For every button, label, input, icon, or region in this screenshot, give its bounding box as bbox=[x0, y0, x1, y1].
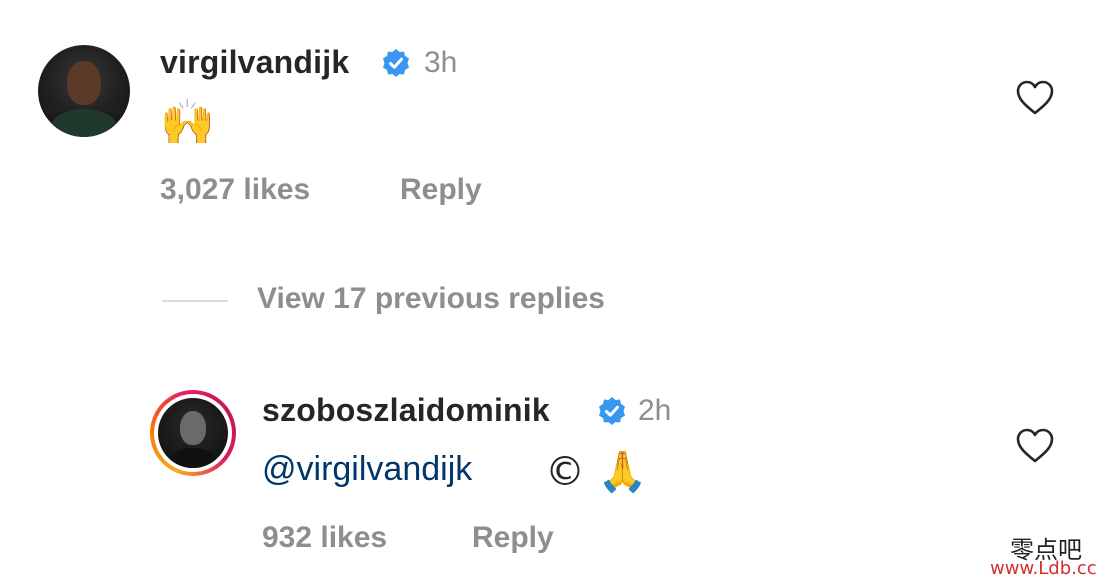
verified-badge-icon bbox=[383, 49, 409, 77]
comment-username[interactable]: virgilvandijk bbox=[160, 44, 349, 81]
reply-likes[interactable]: 932 likes bbox=[262, 521, 387, 555]
reply-username[interactable]: szoboszlaidominik bbox=[262, 392, 550, 429]
avatar-szoboszlaidominik bbox=[158, 398, 228, 468]
view-previous-replies-button[interactable]: View 17 previous replies bbox=[257, 282, 605, 316]
verified-badge-icon bbox=[599, 397, 625, 425]
heart-outline-icon[interactable] bbox=[1016, 428, 1054, 464]
avatar-body bbox=[168, 448, 218, 468]
story-ring[interactable] bbox=[150, 390, 236, 476]
comment-time: 3h bbox=[424, 46, 458, 79]
reply-mention-link[interactable]: @virgilvandijk bbox=[262, 450, 472, 489]
heart-outline-icon[interactable] bbox=[1016, 80, 1054, 116]
replies-divider-line bbox=[162, 300, 228, 302]
watermark-url: www.Ldb.cc bbox=[990, 558, 1097, 579]
reply-time: 2h bbox=[638, 394, 672, 427]
reply-reply-button[interactable]: Reply bbox=[472, 521, 554, 555]
avatar-virgilvandijk[interactable] bbox=[38, 45, 130, 137]
comment-reply-button[interactable]: Reply bbox=[400, 173, 482, 207]
avatar-body bbox=[50, 109, 118, 137]
avatar-head bbox=[67, 61, 101, 105]
comment-text: 🙌 bbox=[160, 97, 215, 148]
reply-text-symbols: © 🙏 bbox=[545, 449, 648, 495]
avatar-head bbox=[180, 411, 206, 445]
comment-likes[interactable]: 3,027 likes bbox=[160, 173, 310, 207]
